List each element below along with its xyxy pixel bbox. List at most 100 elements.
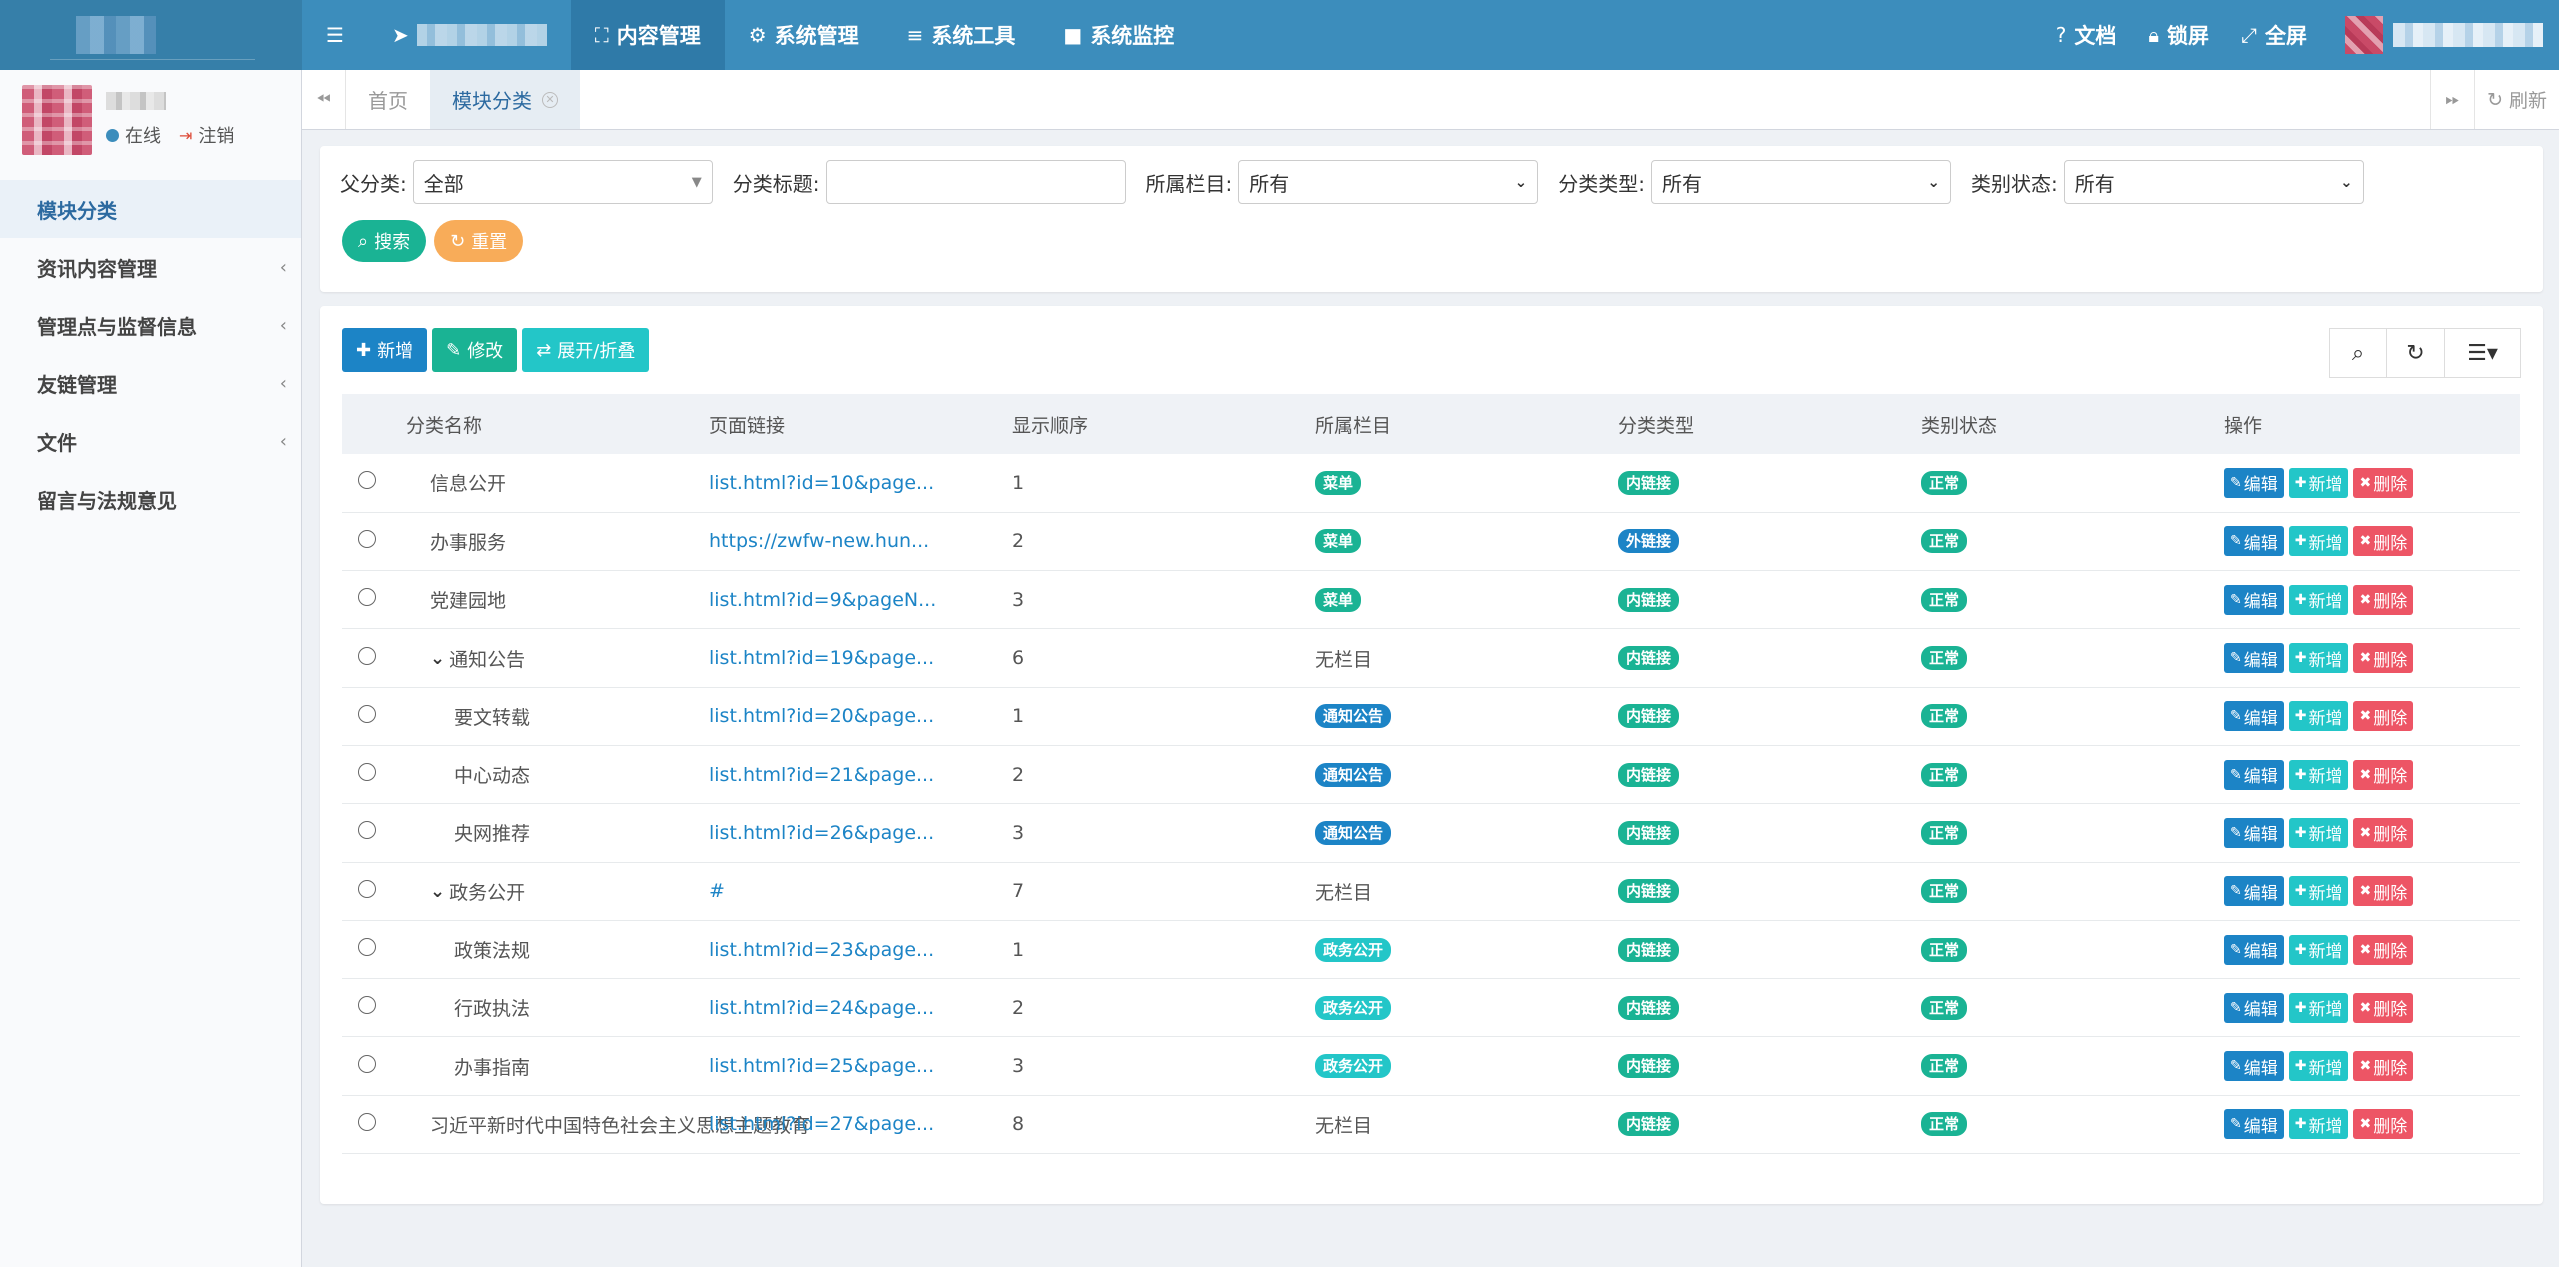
row-add-button[interactable]: ✚ 新增 bbox=[2288, 1109, 2349, 1140]
row-add-button[interactable]: ✚ 新增 bbox=[2288, 817, 2349, 848]
sidebar-item-management-points[interactable]: 管理点与监督信息 ‹ bbox=[0, 296, 301, 354]
table-row[interactable]: 习近平新时代中国特色社会主义思想主题教育 list.html?id=27&pag… bbox=[342, 1095, 2520, 1154]
table-row[interactable]: 行政执法 list.html?id=24&page... 2 政务公开 内链接 … bbox=[342, 979, 2520, 1037]
row-radio[interactable] bbox=[358, 646, 376, 665]
sidebar-item-files[interactable]: 文件 ‹ bbox=[0, 412, 301, 470]
toggle-search-button[interactable]: ⌕ bbox=[2329, 328, 2387, 378]
top-nav-redacted-item[interactable]: ➤ bbox=[368, 0, 571, 70]
row-add-button[interactable]: ✚ 新增 bbox=[2288, 526, 2349, 557]
tab-scroll-left-button[interactable]: ⏪︎ bbox=[302, 70, 346, 129]
row-edit-button[interactable]: ✎ 编辑 bbox=[2224, 1109, 2284, 1140]
row-radio[interactable] bbox=[358, 588, 376, 607]
tab-scroll-right-button[interactable]: ⏩︎ bbox=[2430, 70, 2474, 129]
table-row[interactable]: 党建园地 list.html?id=9&pageN... 3 菜单 内链接 正常… bbox=[342, 571, 2520, 629]
logout-link[interactable]: ⇥ 注销 bbox=[179, 122, 234, 148]
row-radio[interactable] bbox=[358, 879, 376, 898]
col-header-type[interactable]: 分类类型 bbox=[1618, 394, 1921, 454]
refresh-table-button[interactable]: ↻ bbox=[2387, 328, 2445, 378]
row-radio[interactable] bbox=[358, 821, 376, 840]
tab-close-icon[interactable]: ✕ bbox=[542, 91, 558, 108]
tree-toggle-chevron-down-icon[interactable]: ⌄ bbox=[430, 881, 445, 902]
row-delete-button[interactable]: ✖ 删除 bbox=[2353, 876, 2414, 907]
row-edit-button[interactable]: ✎ 编辑 bbox=[2224, 759, 2284, 790]
top-nav-system-monitor[interactable]: ■ 系统监控 bbox=[1039, 0, 1198, 70]
row-add-button[interactable]: ✚ 新增 bbox=[2288, 934, 2349, 965]
col-header-name[interactable]: 分类名称 bbox=[406, 394, 709, 454]
search-button[interactable]: ⌕ 搜索 bbox=[342, 220, 427, 262]
row-delete-button[interactable]: ✖ 删除 bbox=[2353, 817, 2414, 848]
tab-module-category[interactable]: 模块分类 ✕ bbox=[430, 70, 580, 129]
docs-button[interactable]: ? 文档 bbox=[2040, 0, 2133, 70]
row-delete-button[interactable]: ✖ 删除 bbox=[2353, 467, 2414, 498]
table-row[interactable]: 办事服务 https://zwfw-new.hun... 2 菜单 外链接 正常… bbox=[342, 512, 2520, 571]
sidebar-item-news-content[interactable]: 资讯内容管理 ‹ bbox=[0, 238, 301, 296]
page-link[interactable]: list.html?id=20&page... bbox=[709, 705, 934, 727]
reset-button[interactable]: ↻ 重置 bbox=[434, 220, 524, 262]
row-edit-button[interactable]: ✎ 编辑 bbox=[2224, 643, 2284, 674]
row-radio[interactable] bbox=[358, 471, 376, 490]
row-radio[interactable] bbox=[358, 529, 376, 548]
top-nav-system-management[interactable]: ⚙ 系统管理 bbox=[725, 0, 883, 70]
row-edit-button[interactable]: ✎ 编辑 bbox=[2224, 1051, 2284, 1082]
page-link[interactable]: list.html?id=25&page... bbox=[709, 1055, 934, 1077]
lock-screen-button[interactable]: 🔒︎ 锁屏 bbox=[2132, 0, 2225, 70]
sidebar-toggle-button[interactable]: ☰ bbox=[302, 0, 368, 70]
row-add-button[interactable]: ✚ 新增 bbox=[2288, 701, 2349, 732]
table-row[interactable]: 中心动态 list.html?id=21&page... 2 通知公告 内链接 … bbox=[342, 745, 2520, 804]
row-radio[interactable] bbox=[358, 704, 376, 723]
table-row[interactable]: ⌄ 政务公开 # 7 无栏目 内链接 正常 ✎ 编辑 ✚ 新增 ✖ 删除 bbox=[342, 862, 2520, 921]
row-edit-button[interactable]: ✎ 编辑 bbox=[2224, 934, 2284, 965]
row-delete-button[interactable]: ✖ 删除 bbox=[2353, 643, 2414, 674]
table-row[interactable]: 央网推荐 list.html?id=26&page... 3 通知公告 内链接 … bbox=[342, 804, 2520, 863]
col-header-link[interactable]: 页面链接 bbox=[709, 394, 1012, 454]
row-edit-button[interactable]: ✎ 编辑 bbox=[2224, 817, 2284, 848]
add-button[interactable]: ✚ 新增 bbox=[342, 328, 428, 372]
columns-dropdown-button[interactable]: ☰▾ bbox=[2445, 328, 2521, 378]
page-link[interactable]: list.html?id=23&page... bbox=[709, 939, 934, 961]
tab-home[interactable]: 首页 bbox=[346, 70, 430, 129]
sidebar-item-module-category[interactable]: 模块分类 bbox=[0, 180, 301, 238]
col-header-status[interactable]: 类别状态 bbox=[1921, 394, 2224, 454]
page-link[interactable]: list.html?id=21&page... bbox=[709, 764, 934, 786]
row-edit-button[interactable]: ✎ 编辑 bbox=[2224, 992, 2284, 1023]
row-add-button[interactable]: ✚ 新增 bbox=[2288, 759, 2349, 790]
row-radio[interactable] bbox=[358, 938, 376, 957]
top-nav-system-tools[interactable]: ≡ 系统工具 bbox=[883, 0, 1040, 70]
row-edit-button[interactable]: ✎ 编辑 bbox=[2224, 584, 2284, 615]
table-row[interactable]: ⌄ 通知公告 list.html?id=19&page... 6 无栏目 内链接 … bbox=[342, 629, 2520, 688]
table-row[interactable]: 要文转载 list.html?id=20&page... 1 通知公告 内链接 … bbox=[342, 687, 2520, 746]
top-nav-content-management[interactable]: ⛶ 内容管理 bbox=[570, 0, 725, 70]
page-link[interactable]: list.html?id=10&page... bbox=[709, 472, 934, 494]
row-delete-button[interactable]: ✖ 删除 bbox=[2353, 1109, 2414, 1140]
row-edit-button[interactable]: ✎ 编辑 bbox=[2224, 526, 2284, 557]
category-type-select[interactable]: 所有 ⌄ bbox=[1651, 160, 1951, 204]
row-radio[interactable] bbox=[358, 996, 376, 1015]
row-add-button[interactable]: ✚ 新增 bbox=[2288, 876, 2349, 907]
sidebar-item-messages[interactable]: 留言与法规意见 bbox=[0, 470, 301, 528]
refresh-tab-button[interactable]: ↻ 刷新 bbox=[2474, 70, 2559, 129]
row-delete-button[interactable]: ✖ 删除 bbox=[2353, 992, 2414, 1023]
row-delete-button[interactable]: ✖ 删除 bbox=[2353, 584, 2414, 615]
row-delete-button[interactable]: ✖ 删除 bbox=[2353, 526, 2414, 557]
col-header-order[interactable]: 显示顺序 bbox=[1012, 394, 1315, 454]
row-radio[interactable] bbox=[358, 1112, 376, 1131]
column-select[interactable]: 所有 ⌄ bbox=[1238, 160, 1539, 204]
row-edit-button[interactable]: ✎ 编辑 bbox=[2224, 467, 2284, 498]
row-add-button[interactable]: ✚ 新增 bbox=[2288, 584, 2349, 615]
row-add-button[interactable]: ✚ 新增 bbox=[2288, 992, 2349, 1023]
row-delete-button[interactable]: ✖ 删除 bbox=[2353, 701, 2414, 732]
page-link[interactable]: list.html?id=24&page... bbox=[709, 997, 934, 1019]
row-radio[interactable] bbox=[358, 763, 376, 782]
category-status-select[interactable]: 所有 ⌄ bbox=[2063, 160, 2364, 204]
user-menu[interactable] bbox=[2323, 16, 2559, 54]
row-edit-button[interactable]: ✎ 编辑 bbox=[2224, 876, 2284, 907]
sidebar-item-links[interactable]: 友链管理 ‹ bbox=[0, 354, 301, 412]
col-header-column[interactable]: 所属栏目 bbox=[1315, 394, 1618, 454]
table-row[interactable]: 办事指南 list.html?id=25&page... 3 政务公开 内链接 … bbox=[342, 1037, 2520, 1096]
row-delete-button[interactable]: ✖ 删除 bbox=[2353, 1051, 2414, 1082]
category-title-input[interactable] bbox=[825, 160, 1126, 204]
row-edit-button[interactable]: ✎ 编辑 bbox=[2224, 701, 2284, 732]
page-link[interactable]: list.html?id=26&page... bbox=[709, 822, 934, 844]
page-link[interactable]: https://zwfw-new.hun... bbox=[709, 530, 929, 552]
parent-category-select[interactable]: 全部 ▼ bbox=[412, 160, 713, 204]
